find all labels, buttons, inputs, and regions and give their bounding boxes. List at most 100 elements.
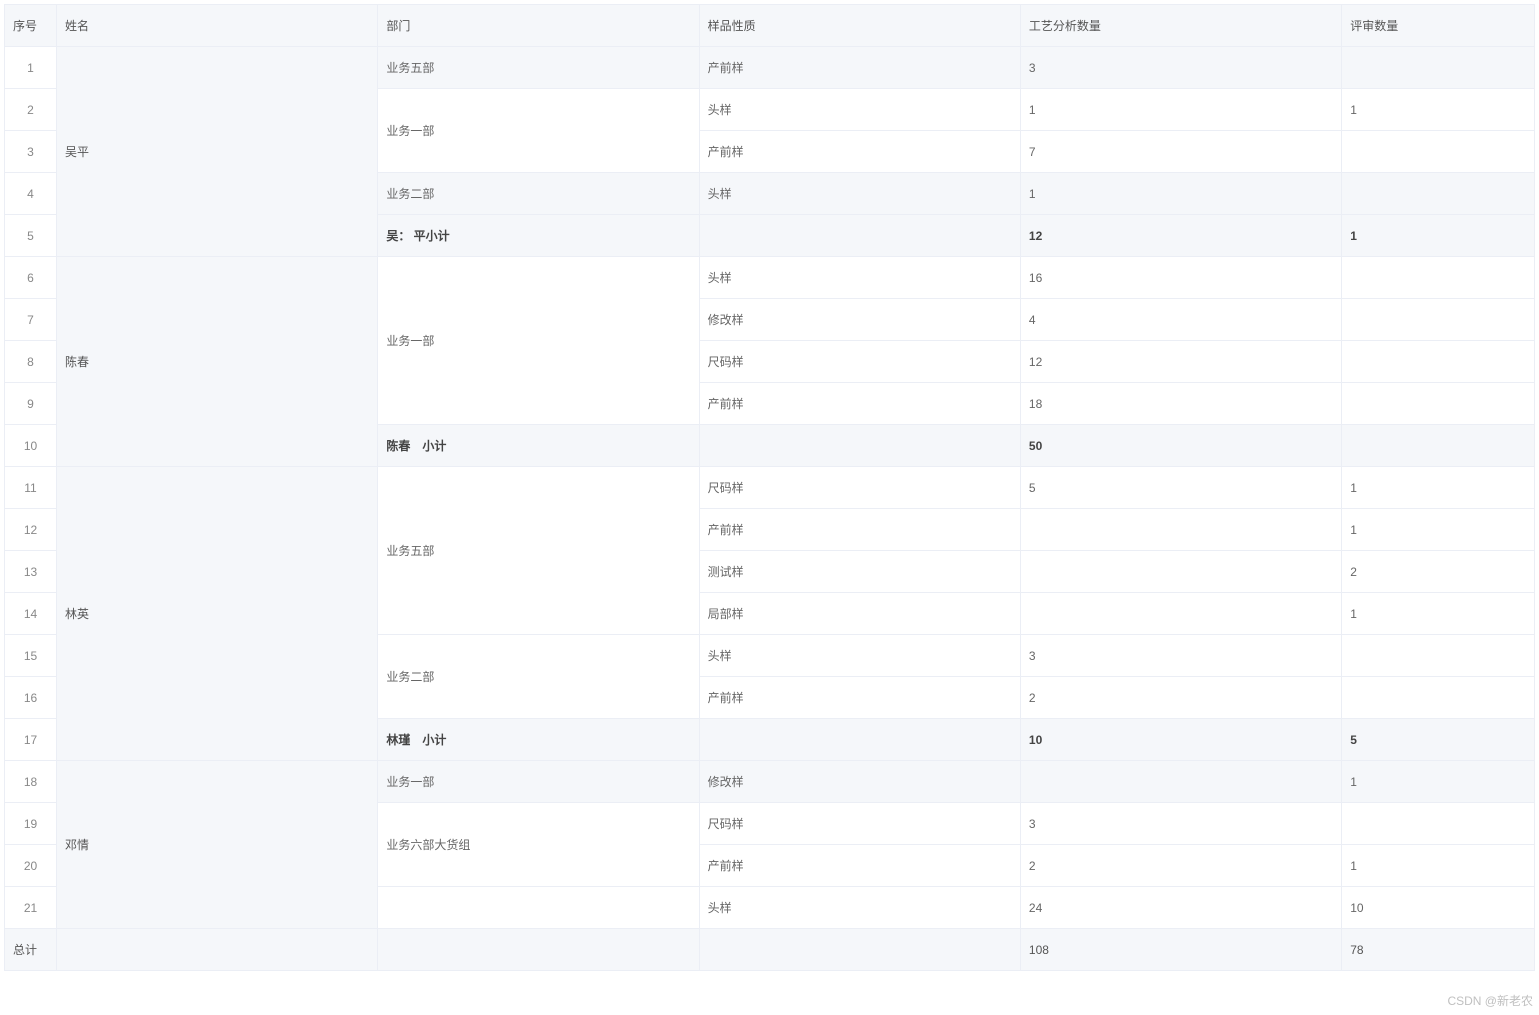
header-dept: 部门: [378, 5, 699, 47]
cell-seq: 10: [5, 425, 57, 467]
cell-nature: 尺码样: [699, 341, 1020, 383]
cell-qty2: 1: [1342, 761, 1535, 803]
cell-seq: 20: [5, 845, 57, 887]
cell-qty2: 1: [1342, 845, 1535, 887]
cell-nature: 产前样: [699, 677, 1020, 719]
table-row: 1吴平业务五部产前样3: [5, 47, 1535, 89]
cell-dept: [378, 887, 699, 929]
header-nature: 样品性质: [699, 5, 1020, 47]
cell-seq: 14: [5, 593, 57, 635]
cell-nature: 头样: [699, 635, 1020, 677]
table-row: 18邓情业务一部修改样1: [5, 761, 1535, 803]
cell-qty2: 2: [1342, 551, 1535, 593]
cell-empty: [699, 425, 1020, 467]
cell-nature: 修改样: [699, 299, 1020, 341]
cell-qty1: 5: [1020, 467, 1341, 509]
cell-qty2: 5: [1342, 719, 1535, 761]
cell-nature: 产前样: [699, 47, 1020, 89]
cell-qty1: 16: [1020, 257, 1341, 299]
header-seq: 序号: [5, 5, 57, 47]
cell-qty1: 3: [1020, 635, 1341, 677]
cell-qty2: 1: [1342, 215, 1535, 257]
cell-nature: 头样: [699, 257, 1020, 299]
cell-name: 吴平: [57, 47, 378, 257]
total-row: 总计10878: [5, 929, 1535, 971]
cell-empty: [57, 929, 378, 971]
cell-seq: 16: [5, 677, 57, 719]
cell-qty1: 12: [1020, 215, 1341, 257]
cell-subtotal-label: 吴： 平小计: [378, 215, 699, 257]
cell-nature: 修改样: [699, 761, 1020, 803]
cell-qty2: 1: [1342, 593, 1535, 635]
watermark: CSDN @新老农: [1447, 992, 1533, 1009]
cell-seq: 19: [5, 803, 57, 845]
cell-qty2: [1342, 425, 1535, 467]
cell-seq: 18: [5, 761, 57, 803]
cell-name: 林英: [57, 467, 378, 761]
cell-qty1: [1020, 551, 1341, 593]
cell-nature: 头样: [699, 887, 1020, 929]
cell-qty1: 24: [1020, 887, 1341, 929]
cell-qty2: [1342, 383, 1535, 425]
cell-total-label: 总计: [5, 929, 57, 971]
table-header: 序号 姓名 部门 样品性质 工艺分析数量 评审数量: [5, 5, 1535, 47]
cell-nature: 尺码样: [699, 467, 1020, 509]
cell-qty2: [1342, 257, 1535, 299]
cell-dept: 业务二部: [378, 635, 699, 719]
cell-qty1: 50: [1020, 425, 1341, 467]
cell-seq: 21: [5, 887, 57, 929]
cell-qty1: 3: [1020, 47, 1341, 89]
cell-dept: 业务一部: [378, 89, 699, 173]
cell-name: 陈春: [57, 257, 378, 467]
cell-empty: [699, 719, 1020, 761]
cell-nature: 头样: [699, 173, 1020, 215]
cell-seq: 15: [5, 635, 57, 677]
cell-qty1: 2: [1020, 845, 1341, 887]
cell-qty2: [1342, 635, 1535, 677]
cell-empty: [378, 929, 699, 971]
header-qty2: 评审数量: [1342, 5, 1535, 47]
header-name: 姓名: [57, 5, 378, 47]
cell-qty2: 1: [1342, 467, 1535, 509]
cell-seq: 8: [5, 341, 57, 383]
cell-nature: 尺码样: [699, 803, 1020, 845]
cell-qty1: [1020, 593, 1341, 635]
cell-qty1: 4: [1020, 299, 1341, 341]
cell-subtotal-label: 陈春 小计: [378, 425, 699, 467]
cell-dept: 业务二部: [378, 173, 699, 215]
cell-nature: 测试样: [699, 551, 1020, 593]
table-row: 11林英业务五部尺码样51: [5, 467, 1535, 509]
cell-nature: 头样: [699, 89, 1020, 131]
cell-seq: 12: [5, 509, 57, 551]
cell-seq: 11: [5, 467, 57, 509]
cell-dept: 业务一部: [378, 761, 699, 803]
cell-seq: 3: [5, 131, 57, 173]
cell-nature: 产前样: [699, 383, 1020, 425]
cell-seq: 6: [5, 257, 57, 299]
cell-nature: 产前样: [699, 509, 1020, 551]
table-row: 6陈春业务一部头样16: [5, 257, 1535, 299]
cell-seq: 13: [5, 551, 57, 593]
cell-seq: 2: [5, 89, 57, 131]
cell-seq: 4: [5, 173, 57, 215]
cell-seq: 1: [5, 47, 57, 89]
cell-qty1: 1: [1020, 89, 1341, 131]
cell-subtotal-label: 林瑾 小计: [378, 719, 699, 761]
cell-qty2: 10: [1342, 887, 1535, 929]
cell-qty1: 3: [1020, 803, 1341, 845]
cell-qty2: 1: [1342, 509, 1535, 551]
cell-qty2: [1342, 803, 1535, 845]
cell-dept: 业务六部大货组: [378, 803, 699, 887]
data-table: 序号 姓名 部门 样品性质 工艺分析数量 评审数量 1吴平业务五部产前样32业务…: [4, 4, 1535, 971]
cell-nature: 产前样: [699, 845, 1020, 887]
cell-qty2: [1342, 173, 1535, 215]
cell-dept: 业务一部: [378, 257, 699, 425]
cell-nature: 产前样: [699, 131, 1020, 173]
cell-qty1: 18: [1020, 383, 1341, 425]
cell-qty1: 108: [1020, 929, 1341, 971]
cell-qty1: [1020, 509, 1341, 551]
cell-qty1: [1020, 761, 1341, 803]
cell-qty2: [1342, 47, 1535, 89]
cell-dept: 业务五部: [378, 47, 699, 89]
cell-empty: [699, 929, 1020, 971]
